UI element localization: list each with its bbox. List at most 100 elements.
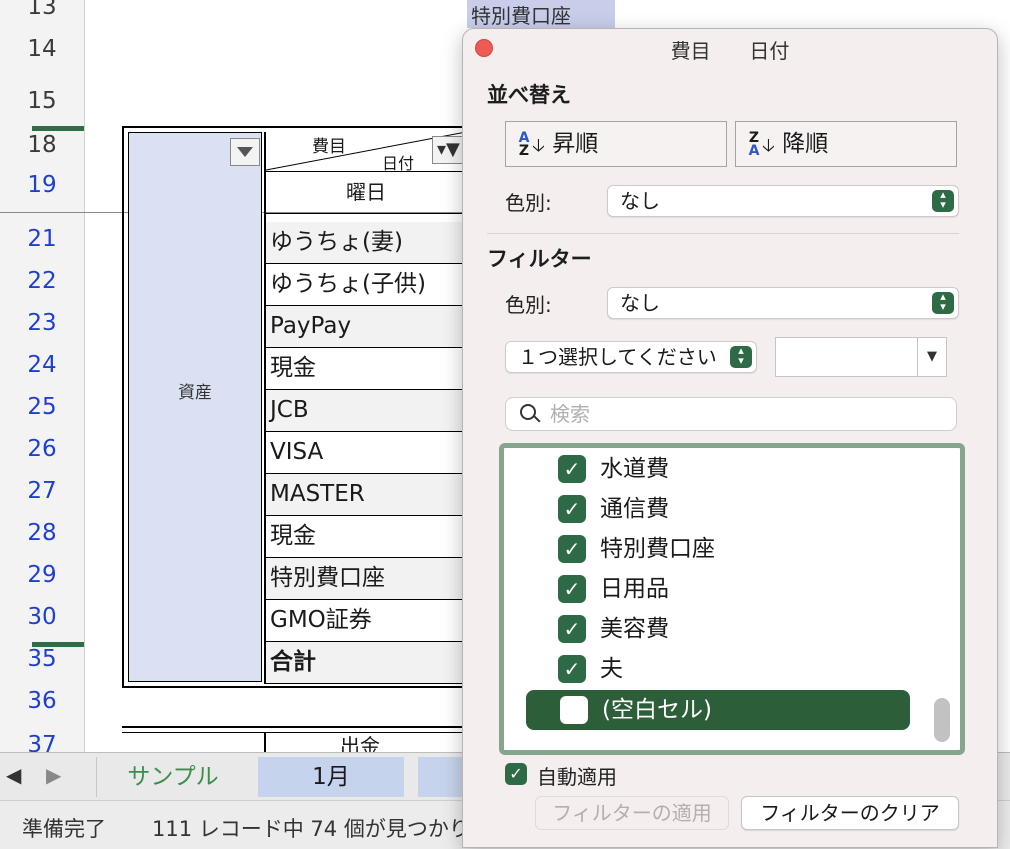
row-number[interactable]: 19 bbox=[0, 172, 84, 198]
sort-desc-label: 降順 bbox=[782, 131, 829, 157]
criteria-select[interactable]: １つ選択してください ▴ ▾ bbox=[505, 341, 757, 373]
right-margin bbox=[998, 0, 1010, 752]
filter-popover: 費目 日付 並べ替え A Z 🡣 昇順 Z A 🡣 降順 色別: なし ▴ ▾ フィルター… bbox=[462, 28, 998, 848]
list-item-label: (空白セル) bbox=[602, 697, 712, 723]
criteria-select-value: １つ選択してください bbox=[518, 345, 717, 369]
scroll-right-icon[interactable]: ▶ bbox=[46, 763, 61, 787]
status-ready: 準備完了 bbox=[22, 817, 106, 841]
row-number[interactable]: 29 bbox=[0, 562, 84, 588]
search-field[interactable]: 検索 bbox=[505, 397, 957, 431]
list-item-blank-selected[interactable]: (空白セル) bbox=[526, 690, 910, 730]
row-number[interactable]: 14 bbox=[0, 36, 84, 62]
sort-color-value: なし bbox=[620, 189, 660, 213]
weekday-header-cell[interactable]: 曜日 bbox=[266, 172, 466, 214]
chevron-down-icon bbox=[237, 147, 253, 157]
list-item-label: 美容費 bbox=[600, 616, 669, 642]
table-row-label[interactable]: 特別費口座 bbox=[266, 558, 466, 600]
table-row-label[interactable]: VISA bbox=[266, 432, 466, 474]
list-item-label: 特別費口座 bbox=[600, 536, 715, 562]
sort-az-icon: AZ bbox=[518, 129, 530, 159]
filter-value-list[interactable]: ✓ 水道費 ✓ 通信費 ✓ 特別費口座 ✓ 日用品 ✓ 美容費 ✓ 夫 (空白セル) bbox=[499, 443, 965, 755]
next-table-top-border bbox=[122, 732, 470, 733]
tab-sample[interactable]: サンプル bbox=[96, 757, 249, 797]
scroll-left-icon[interactable]: ◀ bbox=[6, 763, 21, 787]
table-row-label[interactable]: JCB bbox=[266, 390, 466, 432]
stepper-icon: ▴ ▾ bbox=[932, 189, 954, 212]
list-item-label: 夫 bbox=[600, 656, 623, 682]
auto-apply-label: 自動適用 bbox=[537, 765, 617, 789]
table-row-label[interactable]: 現金 bbox=[266, 516, 466, 558]
filter-active-button[interactable]: ▾▼ bbox=[432, 136, 464, 164]
row-gap-marker bbox=[32, 642, 84, 647]
row-number[interactable]: 18 bbox=[0, 132, 84, 158]
table-row-label[interactable]: MASTER bbox=[266, 474, 466, 516]
checkbox-checked[interactable]: ✓ bbox=[558, 495, 586, 523]
table-row-label[interactable]: ゆうちょ(妻) bbox=[266, 222, 466, 264]
header-bottom-label: 日付 bbox=[382, 154, 415, 172]
top-cell[interactable]: 特別費口座 bbox=[467, 0, 615, 28]
header-top-label: 費目 bbox=[312, 137, 346, 157]
row-number[interactable]: 24 bbox=[0, 352, 84, 378]
row-number[interactable]: 26 bbox=[0, 436, 84, 462]
search-input[interactable]: 検索 bbox=[550, 402, 590, 426]
stepper-icon: ▴ ▾ bbox=[932, 291, 954, 314]
row-number[interactable]: 22 bbox=[0, 268, 84, 294]
row-number[interactable]: 21 bbox=[0, 226, 84, 252]
scrollbar-thumb[interactable] bbox=[934, 698, 950, 742]
sort-asc-label: 昇順 bbox=[552, 131, 599, 157]
table-row-label[interactable]: ゆうちょ(子供) bbox=[266, 264, 466, 306]
sort-descending-button[interactable]: Z A 🡣 降順 bbox=[735, 121, 957, 167]
filter-color-select[interactable]: なし ▴ ▾ bbox=[607, 287, 959, 319]
row-number[interactable]: 15 bbox=[0, 88, 84, 114]
row-number[interactable]: 13 bbox=[0, 0, 84, 20]
popover-title: 費目 日付 bbox=[463, 35, 997, 64]
apply-filter-button[interactable]: フィルターの適用 bbox=[535, 796, 729, 830]
row-number[interactable]: 36 bbox=[0, 688, 84, 714]
tab-january[interactable]: 1月 bbox=[258, 757, 404, 797]
auto-apply-checkbox[interactable]: ✓ bbox=[505, 763, 527, 785]
checkbox-checked[interactable]: ✓ bbox=[558, 655, 586, 683]
row-number[interactable]: 25 bbox=[0, 394, 84, 420]
sort-color-select[interactable]: なし ▴ ▾ bbox=[607, 185, 959, 217]
sort-ascending-button[interactable]: A Z 🡣 昇順 bbox=[505, 121, 727, 167]
checkbox-checked[interactable]: ✓ bbox=[558, 575, 586, 603]
list-item-label: 通信費 bbox=[600, 496, 669, 522]
checkbox-checked[interactable]: ✓ bbox=[558, 535, 586, 563]
filter-dropdown-button[interactable] bbox=[230, 138, 260, 166]
next-table-top-border bbox=[122, 726, 470, 728]
sort-color-label: 色別: bbox=[505, 191, 552, 215]
search-icon-handle bbox=[533, 415, 541, 423]
title-field-1: 費目 bbox=[670, 39, 711, 63]
filter-color-value: なし bbox=[620, 291, 660, 315]
table-row-label[interactable]: GMO証券 bbox=[266, 600, 466, 642]
row-number[interactable]: 35 bbox=[0, 646, 84, 672]
list-item-label: 日用品 bbox=[600, 576, 669, 602]
tab-next[interactable] bbox=[418, 757, 468, 797]
filter-heading: フィルター bbox=[487, 247, 592, 271]
row-number[interactable]: 30 bbox=[0, 604, 84, 630]
checkbox-checked[interactable]: ✓ bbox=[558, 615, 586, 643]
criteria-value-combo[interactable]: ▼ bbox=[775, 337, 947, 377]
group-column bbox=[128, 132, 262, 682]
filter-funnel-icon: ▾▼ bbox=[437, 139, 460, 160]
next-table-divider bbox=[264, 732, 266, 752]
row-number[interactable]: 23 bbox=[0, 310, 84, 336]
checkbox-checked[interactable]: ✓ bbox=[558, 455, 586, 483]
list-item-label: 水道費 bbox=[600, 456, 669, 482]
table-row-label[interactable]: 現金 bbox=[266, 348, 466, 390]
sort-za-icon: ZA bbox=[748, 129, 760, 159]
chevron-down-icon[interactable]: ▼ bbox=[917, 338, 946, 376]
clear-filter-button[interactable]: フィルターのクリア bbox=[741, 796, 959, 830]
row-gap-marker bbox=[32, 126, 84, 131]
checkbox-unchecked[interactable] bbox=[560, 696, 588, 724]
row-number[interactable]: 28 bbox=[0, 520, 84, 546]
sort-heading: 並べ替え bbox=[487, 83, 571, 107]
table-row-label[interactable]: PayPay bbox=[266, 306, 466, 348]
stepper-icon: ▴ ▾ bbox=[730, 345, 752, 368]
row-number[interactable]: 27 bbox=[0, 478, 84, 504]
divider bbox=[487, 233, 959, 234]
title-field-2: 日付 bbox=[749, 39, 790, 63]
table-row-label[interactable]: 合計 bbox=[266, 642, 466, 684]
filter-color-label: 色別: bbox=[505, 293, 552, 317]
group-label[interactable]: 資産 bbox=[128, 378, 262, 403]
